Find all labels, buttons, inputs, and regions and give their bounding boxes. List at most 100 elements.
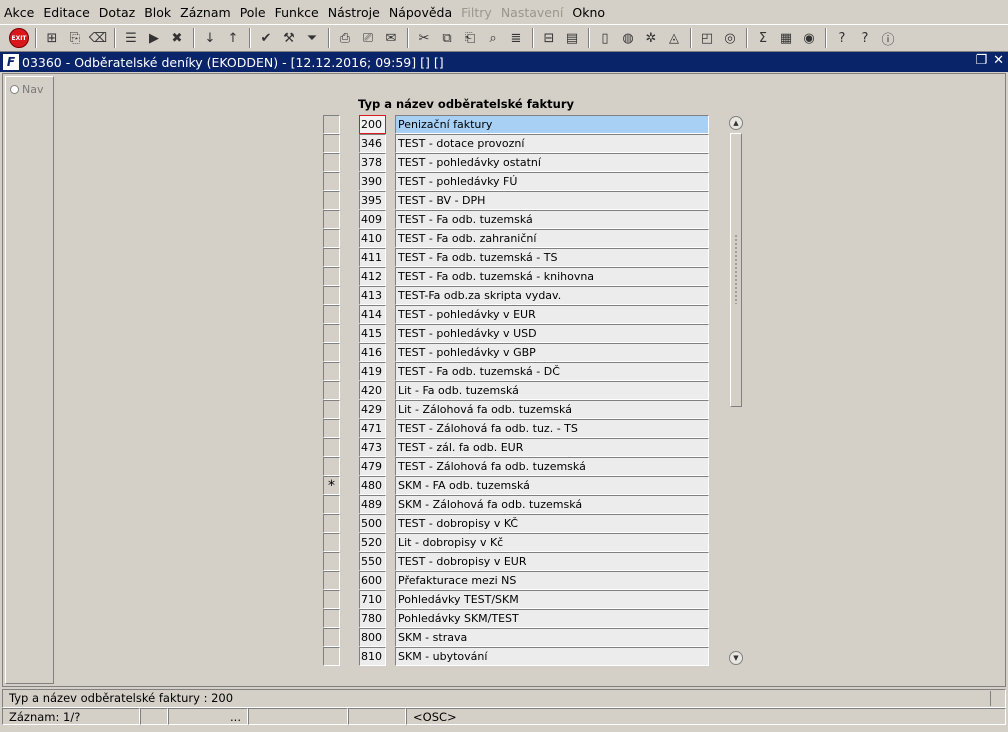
invoice-type-code-field[interactable]: 473 <box>359 438 386 457</box>
table-row[interactable]: 409 TEST - Fa odb. tuzemská <box>0 210 720 229</box>
info-button[interactable]: ⓘ <box>877 27 899 49</box>
menu-item-1[interactable]: Editace <box>43 5 89 20</box>
invoice-type-code-field[interactable]: 413 <box>359 286 386 305</box>
invoice-type-code-field[interactable]: 390 <box>359 172 386 191</box>
insert-record-button[interactable]: ⊞ <box>41 27 63 49</box>
invoice-type-code-field[interactable]: 520 <box>359 533 386 552</box>
exit-button[interactable]: EXIT <box>8 27 30 49</box>
table-row[interactable]: 471 TEST - Zálohová fa odb. tuz. - TS <box>0 419 720 438</box>
table-row[interactable]: 473 TEST - zál. fa odb. EUR <box>0 438 720 457</box>
invoice-type-code-field[interactable]: 600 <box>359 571 386 590</box>
invoice-type-name-field[interactable]: TEST - pohledávky v GBP <box>395 343 709 362</box>
table-row[interactable]: 489 SKM - Zálohová fa odb. tuzemská <box>0 495 720 514</box>
row-marker[interactable] <box>323 457 340 476</box>
table-row[interactable]: 200 Penizační faktury <box>0 115 720 134</box>
invoice-type-code-field[interactable]: 395 <box>359 191 386 210</box>
invoice-type-code-field[interactable]: 409 <box>359 210 386 229</box>
invoice-type-name-field[interactable]: TEST-Fa odb.za skripta vydav. <box>395 286 709 305</box>
query-enter-button[interactable]: ☰ <box>120 27 142 49</box>
table-row[interactable]: 413 TEST-Fa odb.za skripta vydav. <box>0 286 720 305</box>
scroll-up-button[interactable]: ▲ <box>729 116 743 130</box>
check-button[interactable]: ✔ <box>255 27 277 49</box>
table-row[interactable]: 800 SKM - strava <box>0 628 720 647</box>
cut-button[interactable]: ✂ <box>413 27 435 49</box>
table-row[interactable]: 600 Přefakturace mezi NS <box>0 571 720 590</box>
row-marker[interactable] <box>323 514 340 533</box>
row-marker[interactable] <box>323 210 340 229</box>
disc-button[interactable]: ◎ <box>719 27 741 49</box>
invoice-type-code-field[interactable]: 500 <box>359 514 386 533</box>
table-row[interactable]: 378 TEST - pohledávky ostatní <box>0 153 720 172</box>
row-marker[interactable] <box>323 115 340 134</box>
row-marker[interactable] <box>323 324 340 343</box>
invoice-type-code-field[interactable]: 780 <box>359 609 386 628</box>
globe-button[interactable]: ◍ <box>617 27 639 49</box>
paste-button[interactable]: ⎗ <box>459 27 481 49</box>
invoice-type-code-field[interactable]: 420 <box>359 381 386 400</box>
invoice-type-name-field[interactable]: SKM - ubytování <box>395 647 709 666</box>
row-marker[interactable] <box>323 571 340 590</box>
mail-button[interactable]: ✉ <box>380 27 402 49</box>
delete-record-button[interactable]: ⌫ <box>87 27 109 49</box>
invoice-type-code-field[interactable]: 800 <box>359 628 386 647</box>
invoice-type-name-field[interactable]: TEST - pohledávky v EUR <box>395 305 709 324</box>
row-marker[interactable] <box>323 647 340 666</box>
sort-ascending-button[interactable]: ↓ <box>199 27 221 49</box>
row-marker[interactable] <box>323 134 340 153</box>
table-row[interactable]: 550 TEST - dobropisy v EUR <box>0 552 720 571</box>
row-marker[interactable] <box>323 590 340 609</box>
table-row[interactable]: 416 TEST - pohledávky v GBP <box>0 343 720 362</box>
table-row[interactable]: 479 TEST - Zálohová fa odb. tuzemská <box>0 457 720 476</box>
row-marker[interactable]: * <box>323 476 340 495</box>
invoice-type-code-field[interactable]: 550 <box>359 552 386 571</box>
invoice-type-name-field[interactable]: TEST - Fa odb. zahraniční <box>395 229 709 248</box>
chart-button[interactable]: ◰ <box>696 27 718 49</box>
row-marker[interactable] <box>323 381 340 400</box>
invoice-type-name-field[interactable]: TEST - zál. fa odb. EUR <box>395 438 709 457</box>
table-row[interactable]: 710 Pohledávky TEST/SKM <box>0 590 720 609</box>
invoice-type-name-field[interactable]: TEST - Zálohová fa odb. tuzemská <box>395 457 709 476</box>
invoice-type-name-field[interactable]: Pohledávky SKM/TEST <box>395 609 709 628</box>
sort-descending-button[interactable]: ↑ <box>222 27 244 49</box>
invoice-type-code-field[interactable]: 489 <box>359 495 386 514</box>
invoice-type-code-field[interactable]: 429 <box>359 400 386 419</box>
table-row[interactable]: 390 TEST - pohledávky FÚ <box>0 172 720 191</box>
row-marker[interactable] <box>323 362 340 381</box>
invoice-type-name-field[interactable]: SKM - Zálohová fa odb. tuzemská <box>395 495 709 514</box>
row-marker[interactable] <box>323 609 340 628</box>
invoice-type-code-field[interactable]: 412 <box>359 267 386 286</box>
invoice-type-code-field[interactable]: 200 <box>359 115 386 134</box>
invoice-type-code-field[interactable]: 411 <box>359 248 386 267</box>
invoice-type-name-field[interactable]: Pohledávky TEST/SKM <box>395 590 709 609</box>
print-preview-button[interactable]: ⎚ <box>357 27 379 49</box>
table-row[interactable]: 810 SKM - ubytování <box>0 647 720 666</box>
restore-icon[interactable]: ❐ <box>975 53 987 68</box>
table-row[interactable]: 411 TEST - Fa odb. tuzemská - TS <box>0 248 720 267</box>
invoice-type-name-field[interactable]: TEST - Fa odb. tuzemská - TS <box>395 248 709 267</box>
invoice-type-name-field[interactable]: SKM - FA odb. tuzemská <box>395 476 709 495</box>
clipboard-button[interactable]: ▤ <box>561 27 583 49</box>
invoice-type-name-field[interactable]: SKM - strava <box>395 628 709 647</box>
row-marker[interactable] <box>323 419 340 438</box>
help-button[interactable]: ? <box>831 27 853 49</box>
tree-button[interactable]: ⊟ <box>538 27 560 49</box>
invoice-type-name-field[interactable]: TEST - BV - DPH <box>395 191 709 210</box>
menu-item-5[interactable]: Pole <box>240 5 266 20</box>
table-row[interactable]: 420 Lit - Fa odb. tuzemská <box>0 381 720 400</box>
row-marker[interactable] <box>323 400 340 419</box>
sum-button[interactable]: Σ <box>752 27 774 49</box>
row-marker[interactable] <box>323 628 340 647</box>
table-row[interactable]: 414 TEST - pohledávky v EUR <box>0 305 720 324</box>
invoice-type-name-field[interactable]: Penizační faktury <box>395 115 709 134</box>
row-marker[interactable] <box>323 191 340 210</box>
invoice-type-name-field[interactable]: Přefakturace mezi NS <box>395 571 709 590</box>
invoice-type-code-field[interactable]: 415 <box>359 324 386 343</box>
row-marker[interactable] <box>323 172 340 191</box>
search-button[interactable]: ⌕ <box>482 27 504 49</box>
duplicate-record-button[interactable]: ⎘ <box>64 27 86 49</box>
table-row[interactable]: 415 TEST - pohledávky v USD <box>0 324 720 343</box>
menu-item-6[interactable]: Funkce <box>275 5 319 20</box>
invoice-type-code-field[interactable]: 410 <box>359 229 386 248</box>
table-row[interactable]: 780 Pohledávky SKM/TEST <box>0 609 720 628</box>
invoice-type-name-field[interactable]: TEST - pohledávky FÚ <box>395 172 709 191</box>
